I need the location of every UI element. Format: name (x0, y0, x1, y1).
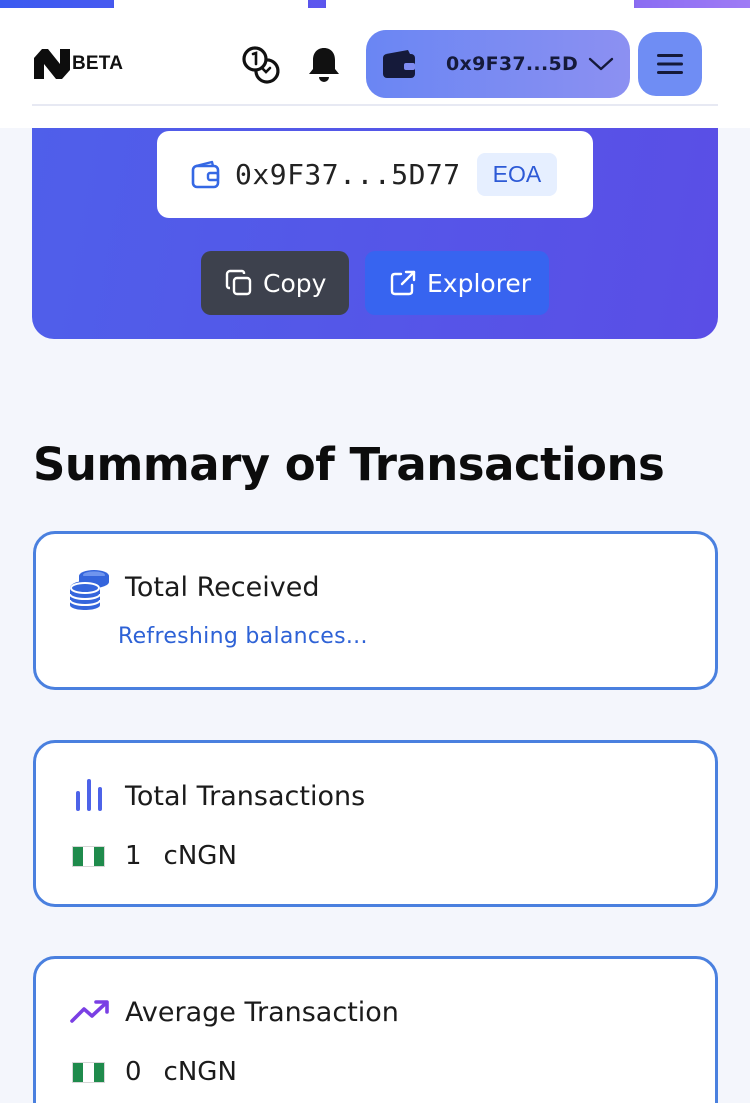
swap-button[interactable] (240, 44, 280, 84)
value-number: 1 (125, 841, 142, 871)
n-logo-icon (34, 49, 70, 79)
menu-button[interactable] (638, 32, 702, 96)
total-received-card: Total Received Refreshing balances... (33, 531, 718, 690)
app-header: BETA 0x9F37...5D (0, 8, 750, 128)
external-link-icon (390, 270, 416, 296)
card-title: Average Transaction (125, 997, 399, 1028)
beta-badge: BETA (72, 53, 124, 74)
bell-icon (309, 48, 339, 82)
wallet-icon (383, 50, 415, 78)
trending-up-icon (70, 1000, 109, 1023)
coins-swap-icon (242, 46, 280, 84)
wallet-address-pill: 0x9F37...5D77 EOA (157, 131, 593, 218)
currency-label: cNGN (163, 841, 237, 871)
total-transactions-card: Total Transactions 1 cNGN (33, 740, 718, 907)
explorer-label: Explorer (427, 268, 532, 298)
card-title: Total Received (125, 572, 320, 603)
average-transaction-value: 0 cNGN (72, 1057, 237, 1087)
hamburger-menu-icon (657, 54, 683, 74)
refreshing-status: Refreshing balances... (118, 624, 368, 649)
card-title: Total Transactions (125, 781, 366, 812)
wallet-address-short: 0x9F37...5D (446, 53, 579, 75)
account-type-badge: EOA (476, 153, 558, 196)
brand-logo[interactable]: BETA (32, 46, 123, 82)
value-number: 0 (125, 1057, 142, 1087)
wallet-outline-icon (191, 160, 220, 188)
currency-label: cNGN (163, 1057, 237, 1087)
copy-icon (225, 269, 252, 296)
header-bar: BETA 0x9F37...5D (32, 8, 718, 106)
total-transactions-value: 1 cNGN (72, 841, 237, 871)
summary-title: Summary of Transactions (33, 438, 665, 491)
nigeria-flag-icon (72, 845, 105, 867)
copy-address-button[interactable]: Copy (201, 251, 349, 315)
wallet-hero-card: 0x9F37...5D77 EOA Copy Explorer (32, 128, 718, 339)
wallet-account-button[interactable]: 0x9F37...5D (366, 30, 630, 98)
notifications-button[interactable] (304, 44, 344, 84)
bar-chart-icon (76, 779, 102, 811)
copy-label: Copy (263, 268, 327, 298)
explorer-button[interactable]: Explorer (365, 251, 549, 315)
coin-stack-icon (69, 570, 109, 610)
chevron-down-icon (588, 57, 614, 71)
nigeria-flag-icon (72, 1061, 105, 1083)
wallet-address: 0x9F37...5D77 (235, 158, 461, 191)
average-transaction-card: Average Transaction 0 cNGN (33, 956, 718, 1103)
